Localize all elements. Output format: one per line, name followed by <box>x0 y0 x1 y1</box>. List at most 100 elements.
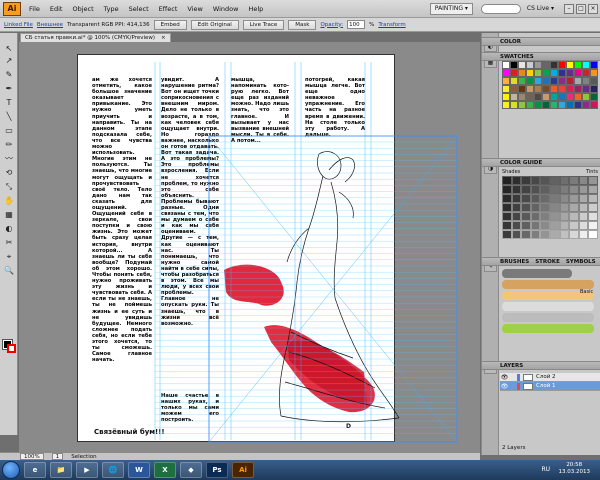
word-icon[interactable]: W <box>128 462 150 478</box>
page-field[interactable]: 1 <box>51 453 64 460</box>
swatch-23[interactable] <box>590 69 598 77</box>
swatch-5[interactable] <box>542 61 550 69</box>
status-mode[interactable]: Selection <box>71 454 96 460</box>
zoom-field[interactable]: 100% <box>20 453 44 460</box>
search-input[interactable] <box>480 3 521 14</box>
color-guide-cell[interactable] <box>549 221 560 230</box>
color-guide-cell[interactable] <box>540 221 550 230</box>
color-guide-cell[interactable] <box>578 176 589 185</box>
swatch-33[interactable] <box>574 77 582 85</box>
swatch-22[interactable] <box>582 69 590 77</box>
color-guide-cell[interactable] <box>540 185 550 194</box>
swatch-10[interactable] <box>582 61 590 69</box>
swatch-2[interactable] <box>518 61 526 69</box>
color-guide-cell[interactable] <box>578 212 589 221</box>
swatch-47[interactable] <box>590 85 598 93</box>
browser-icon[interactable]: 🌐 <box>102 462 124 478</box>
swatch-7[interactable] <box>558 61 566 69</box>
workspace-switcher[interactable]: PAINTING ▾ <box>429 2 473 15</box>
color-guide-cell[interactable] <box>521 221 531 230</box>
swatch-36[interactable] <box>502 85 510 93</box>
swatch-26[interactable] <box>518 77 526 85</box>
brushes-panel-header[interactable]: BRUSHES STROKE SYMBOLS <box>482 257 600 266</box>
swatch-61[interactable] <box>510 101 518 109</box>
swatch-0[interactable] <box>502 61 510 69</box>
excel-icon[interactable]: X <box>154 462 176 478</box>
swatch-31[interactable] <box>558 77 566 85</box>
color-guide-cell[interactable] <box>502 185 512 194</box>
swatch-28[interactable] <box>534 77 542 85</box>
menu-effect[interactable]: Effect <box>154 5 183 13</box>
color-guide-cell[interactable] <box>569 230 579 239</box>
swatch-48[interactable] <box>502 93 510 101</box>
layers-panel-header[interactable]: LAYERS <box>482 361 600 370</box>
maximize-button[interactable]: □ <box>576 3 586 14</box>
swatch-35[interactable] <box>590 77 598 85</box>
color-guide-cell[interactable] <box>549 203 560 212</box>
article-footer-title[interactable]: Связёвный бум!!! <box>94 428 165 436</box>
swatch-17[interactable] <box>542 69 550 77</box>
color-guide-cell[interactable] <box>549 185 560 194</box>
swatch-70[interactable] <box>582 101 590 109</box>
brush-stroke[interactable] <box>502 302 594 311</box>
menu-view[interactable]: View <box>182 5 207 13</box>
color-guide-cell[interactable] <box>588 221 598 230</box>
mask-button[interactable]: Mask <box>288 19 317 30</box>
artboard[interactable]: ам же хочется отметить, какое большое зн… <box>77 54 395 442</box>
swatch-24[interactable] <box>502 77 510 85</box>
brush-tool-icon[interactable]: 〰 <box>3 153 15 164</box>
app-icon[interactable]: ◆ <box>180 462 202 478</box>
menu-file[interactable]: File <box>24 5 45 13</box>
color-guide-cell[interactable] <box>511 230 522 239</box>
swatch-4[interactable] <box>534 61 542 69</box>
swatch-34[interactable] <box>582 77 590 85</box>
cs-live-button[interactable]: CS Live ▾ <box>527 5 554 12</box>
swatch-57[interactable] <box>574 93 582 101</box>
swatch-13[interactable] <box>510 69 518 77</box>
text-column-2[interactable]: увидит. А нарушение ритма? Вот он ищет т… <box>161 77 219 405</box>
color-guide-cell[interactable] <box>502 230 512 239</box>
symbols-tab[interactable]: SYMBOLS <box>566 259 596 265</box>
color-guide-cell[interactable] <box>521 212 531 221</box>
swatch-65[interactable] <box>542 101 550 109</box>
color-guide-cell[interactable] <box>540 230 550 239</box>
linked-file-label[interactable]: Linked File <box>4 22 33 28</box>
color-guide-cell[interactable] <box>549 212 560 221</box>
swatch-8[interactable] <box>566 61 574 69</box>
magic-wand-tool-icon[interactable]: ✎ <box>3 69 15 80</box>
swatch-50[interactable] <box>518 93 526 101</box>
swatches-panel-header[interactable]: SWATCHES <box>482 52 600 61</box>
close-button[interactable]: × <box>588 3 598 14</box>
brushes-tab[interactable]: BRUSHES <box>500 259 529 265</box>
swatch-32[interactable] <box>566 77 574 85</box>
pen-tool-icon[interactable]: ✒ <box>3 83 15 94</box>
document-tab[interactable]: СБ статья правки.ai* @ 100% (CMYK/Previe… <box>20 33 171 42</box>
swatch-67[interactable] <box>558 101 566 109</box>
opacity-input[interactable]: 100 <box>347 20 366 29</box>
minimize-button[interactable]: – <box>564 3 574 14</box>
stroke-tab[interactable]: STROKE <box>535 259 560 265</box>
swatch-40[interactable] <box>534 85 542 93</box>
color-guide-cell[interactable] <box>540 212 550 221</box>
color-guide-cell[interactable] <box>559 221 570 230</box>
pencil-tool-icon[interactable]: ✏ <box>3 139 15 150</box>
text-column-4[interactable]: потогрей, какая мышца легче. Вот еще одн… <box>305 77 365 159</box>
ie-icon[interactable]: e <box>24 462 46 478</box>
rotate-tool-icon[interactable]: ⟲ <box>3 167 15 178</box>
swatch-55[interactable] <box>558 93 566 101</box>
eye-icon[interactable]: 👁 <box>500 374 509 381</box>
file-name-link[interactable]: Внешнее <box>37 22 63 28</box>
brush-stroke[interactable] <box>502 280 594 289</box>
photoshop-icon[interactable]: Ps <box>206 462 228 478</box>
color-guide-cell[interactable] <box>559 212 570 221</box>
rectangle-tool-icon[interactable]: ▭ <box>3 125 15 136</box>
text-column-1[interactable]: ам же хочется отметить, какое большое зн… <box>92 77 152 423</box>
stroke-color-swatch[interactable] <box>7 344 16 353</box>
scale-tool-icon[interactable]: ⤡ <box>3 181 15 192</box>
swatch-18[interactable] <box>550 69 558 77</box>
language-indicator[interactable]: RU <box>541 466 550 473</box>
swatch-3[interactable] <box>526 61 534 69</box>
color-guide-cell[interactable] <box>559 185 570 194</box>
color-guide-cell[interactable] <box>578 194 589 203</box>
color-guide-cell[interactable] <box>521 185 531 194</box>
